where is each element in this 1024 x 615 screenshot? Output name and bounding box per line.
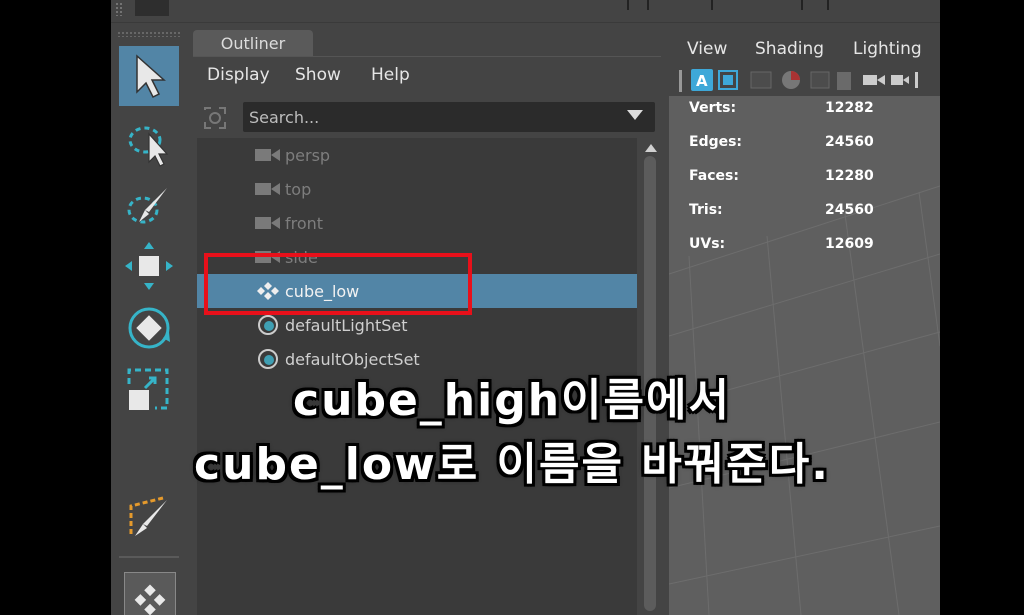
scroll-up-icon[interactable] <box>645 144 657 152</box>
select-arrow-icon <box>136 54 166 99</box>
menu-view[interactable]: View <box>687 39 727 59</box>
hud-value: 24560 <box>825 134 874 150</box>
search-dropdown-icon[interactable] <box>627 110 643 120</box>
last-tool-icon <box>134 584 166 615</box>
outliner-item-front[interactable]: front <box>197 206 637 240</box>
drag-handle[interactable] <box>115 2 123 16</box>
outliner-item-cube-low[interactable]: cube_low <box>197 274 637 308</box>
hud-row-uvs: UVs: 12609 <box>689 236 939 256</box>
3d-viewport[interactable]: Verts: 12282 Edges: 24560 Faces: 12280 T… <box>669 96 940 615</box>
camera-icon <box>255 246 281 268</box>
tab-outliner[interactable]: Outliner <box>193 30 313 56</box>
camera-icon <box>255 212 281 234</box>
status-separator <box>801 0 803 10</box>
status-separator <box>827 0 829 10</box>
status-separator <box>711 0 713 10</box>
hud-label: Verts: <box>689 100 737 116</box>
outliner-scrollbar[interactable] <box>641 138 659 615</box>
camera-icon <box>255 144 281 166</box>
hud-row-edges: Edges: 24560 <box>689 134 939 154</box>
menu-shading[interactable]: Shading <box>755 39 824 59</box>
filter-icon[interactable] <box>201 104 229 132</box>
outliner-item-label: defaultLightSet <box>285 315 408 335</box>
outliner-tree: persp top front side cube_low defaultLig… <box>197 138 637 615</box>
outliner-item-label: persp <box>285 145 331 165</box>
viewport-menubar: View Shading Lighting <box>667 30 940 68</box>
hud-value: 12280 <box>825 168 874 184</box>
svg-text:A: A <box>696 72 708 90</box>
status-separator <box>627 0 629 10</box>
outliner-item-label: cube_low <box>285 281 360 301</box>
hud-row-faces: Faces: 12280 <box>689 168 939 188</box>
toolbox-separator <box>119 556 179 558</box>
hud-value: 12282 <box>825 100 874 116</box>
transform-mesh-icon <box>255 280 281 302</box>
scale-tool-button[interactable] <box>119 360 179 420</box>
outliner-item-defaultobjectset[interactable]: defaultObjectSet <box>197 342 637 376</box>
maya-window: Outliner Display Show Help persp <box>111 0 940 615</box>
camera-icon <box>255 178 281 200</box>
outliner-item-label: side <box>285 247 318 267</box>
hud-label: Faces: <box>689 168 739 184</box>
toolbox <box>111 30 189 615</box>
outliner-item-defaultlightset[interactable]: defaultLightSet <box>197 308 637 342</box>
hud-label: Edges: <box>689 134 743 150</box>
layout-button[interactable] <box>124 572 176 615</box>
lasso-select-icon <box>128 126 169 167</box>
hud-value: 24560 <box>825 202 874 218</box>
set-icon <box>255 348 281 370</box>
paint-select-icon <box>127 188 167 224</box>
rotate-tool-button[interactable] <box>119 298 179 358</box>
status-line <box>111 0 940 23</box>
outliner-item-persp[interactable]: persp <box>197 138 637 172</box>
status-separator <box>647 0 649 10</box>
hud-label: UVs: <box>689 236 726 252</box>
menu-show[interactable]: Show <box>295 65 341 85</box>
lasso-tool-button[interactable] <box>119 114 179 174</box>
hud-row-verts: Verts: 12282 <box>689 100 939 120</box>
scale-icon <box>127 368 169 410</box>
hud-value: 12609 <box>825 236 874 252</box>
outliner-item-top[interactable]: top <box>197 172 637 206</box>
outliner-panel: Outliner Display Show Help persp <box>193 30 661 615</box>
outliner-item-label: front <box>285 213 324 233</box>
last-tool-button[interactable] <box>119 486 179 546</box>
camera-toggle-icon[interactable] <box>863 75 877 85</box>
status-line-field[interactable] <box>135 0 169 16</box>
move-icon <box>125 242 173 290</box>
outliner-menubar: Display Show Help <box>193 56 661 95</box>
film-gate-icon[interactable] <box>837 72 851 90</box>
menu-display[interactable]: Display <box>207 65 270 85</box>
hud-label: Tris: <box>689 202 723 218</box>
outliner-search-input[interactable] <box>243 102 655 132</box>
grid-toggle-icon[interactable] <box>810 71 830 89</box>
outliner-item-label: top <box>285 179 312 199</box>
paint-select-tool-button[interactable] <box>119 178 179 238</box>
set-icon <box>255 314 281 336</box>
rotate-icon <box>128 307 170 349</box>
scrollbar-thumb[interactable] <box>644 156 656 611</box>
hud-row-tris: Tris: 24560 <box>689 202 939 222</box>
outliner-item-label: defaultObjectSet <box>285 349 420 369</box>
menu-lighting[interactable]: Lighting <box>853 39 922 59</box>
soft-mod-icon <box>129 496 167 536</box>
icon-bar-handle[interactable] <box>679 70 682 92</box>
outliner-item-side[interactable]: side <box>197 240 637 274</box>
select-tool-button[interactable] <box>119 46 179 106</box>
image-plane-icon[interactable] <box>750 71 772 89</box>
move-tool-button[interactable] <box>119 236 179 296</box>
toolbox-grip[interactable] <box>117 31 181 37</box>
menu-help[interactable]: Help <box>371 65 410 85</box>
viewport-icon-bar: A <box>667 66 940 96</box>
